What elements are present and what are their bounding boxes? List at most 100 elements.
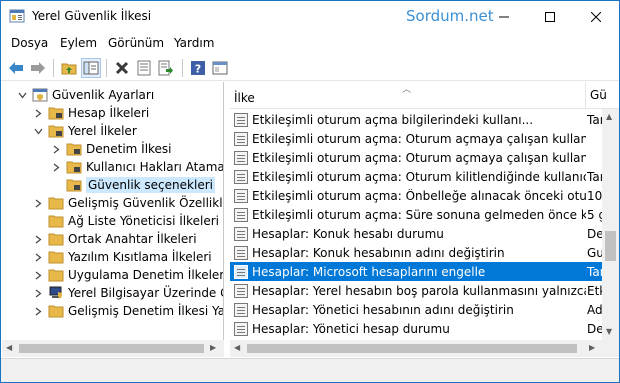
scrollbar-corner: [602, 340, 619, 357]
folder-icon: [48, 196, 64, 210]
scroll-thumb[interactable]: [247, 344, 577, 353]
show-hide-tree-icon: [83, 61, 99, 75]
scroll-left-icon[interactable]: ◀: [234, 343, 240, 352]
policy-icon: [234, 245, 248, 260]
help-button[interactable]: ?: [188, 58, 208, 78]
forward-icon: [31, 62, 45, 74]
list-row-selected[interactable]: Hesaplar: Microsoft hesaplarını engelle …: [230, 262, 607, 281]
scroll-right-icon[interactable]: ▶: [589, 343, 595, 352]
list-row[interactable]: Etkileşimli oturum açma: Oturum açmaya ç…: [230, 148, 604, 167]
policy-name: Etkileşimli oturum açma bilgilerindeki k…: [252, 112, 534, 127]
policy-icon: [234, 226, 248, 241]
export-list-button[interactable]: [156, 58, 176, 78]
svg-text:?: ?: [195, 63, 201, 76]
list-row[interactable]: Etkileşimli oturum açma: Oturum açmaya ç…: [230, 129, 604, 148]
list-row[interactable]: Hesaplar: Konuk hesabının adını değiştir…: [230, 243, 604, 262]
properties-button[interactable]: [134, 58, 154, 78]
expand-arrow-icon[interactable]: [32, 107, 44, 119]
up-folder-button[interactable]: [59, 58, 79, 78]
expand-arrow-icon[interactable]: [50, 143, 62, 155]
tree-label: Yerel Bilgisayar Üzerinde Güve: [68, 286, 223, 300]
toolbar: ?: [1, 54, 619, 81]
menu-eylem[interactable]: Eylem: [60, 36, 97, 50]
maximize-button[interactable]: [527, 1, 573, 32]
tree-item-yazilim-kisitlama[interactable]: Yazılım Kısıtlama İlkeleri: [32, 248, 212, 266]
menu-gorunum[interactable]: Görünüm: [108, 36, 164, 50]
tree-item-yerel-bilgisayar[interactable]: Yerel Bilgisayar Üzerinde Güve: [32, 284, 223, 302]
policy-icon: [234, 169, 248, 184]
expand-arrow-icon[interactable]: [32, 305, 44, 317]
vertical-scrollbar[interactable]: ▲ ▼: [602, 109, 619, 340]
minimize-button[interactable]: [481, 1, 527, 32]
policy-name: Etkileşimli oturum açma: Oturum açmaya ç…: [252, 150, 586, 165]
collapse-arrow-icon[interactable]: [16, 89, 28, 101]
expand-arrow-icon[interactable]: [32, 251, 44, 263]
list-row[interactable]: Etkileşimli oturum açma: Süre sonuna gel…: [230, 205, 606, 224]
tree-label: Yerel İlkeler: [68, 124, 137, 138]
policy-name: Etkileşimli oturum açma: Oturum kilitlen…: [252, 169, 586, 184]
tree-item-uygulama-denetim[interactable]: Uygulama Denetim İlkeleri: [32, 266, 223, 284]
tree-label: Gelişmiş Denetim İlkesi Yapıla: [68, 304, 223, 318]
window-title: Yerel Güvenlik İlkesi: [32, 9, 152, 23]
tree-label: Güvenlik seçenekleri: [86, 177, 215, 193]
folder-icon: [48, 304, 64, 318]
close-button[interactable]: [573, 1, 619, 32]
toolbar-separator: [53, 59, 54, 77]
scroll-thumb[interactable]: [19, 344, 204, 353]
tree-item-yerel-ilkeler[interactable]: Yerel İlkeler: [32, 122, 137, 140]
policy-name: Hesaplar: Yerel hesabın boş parola kulla…: [252, 283, 586, 298]
folder-icon: [48, 124, 64, 138]
console-tree-button[interactable]: [210, 58, 230, 78]
expand-arrow-icon[interactable]: [50, 161, 62, 173]
tree-item-gelismis-guvenlik[interactable]: Gelişmiş Güvenlik Özellikli Wi: [32, 194, 224, 212]
back-button[interactable]: [6, 58, 26, 78]
expand-arrow-icon[interactable]: [32, 287, 44, 299]
minimize-icon: [499, 16, 509, 17]
folder-icon: [48, 250, 64, 264]
tree-item-guvenlik-ayarlari[interactable]: Güvenlik Ayarları: [16, 86, 154, 104]
expand-arrow-icon[interactable]: [32, 269, 44, 281]
forward-button[interactable]: [28, 58, 48, 78]
tree-label: Hesap İlkeleri: [68, 106, 150, 120]
title-bar[interactable]: Yerel Güvenlik İlkesi Sordum.net: [1, 1, 619, 32]
list-row[interactable]: Hesaplar: Konuk hesabı durumu Dev: [230, 224, 611, 243]
column-header-ilke[interactable]: İlke: [234, 91, 255, 105]
scroll-thumb[interactable]: [605, 231, 616, 261]
menu-yardim[interactable]: Yardım: [174, 36, 214, 50]
menu-dosya[interactable]: Dosya: [11, 36, 48, 50]
tree-item-kullanici-haklari[interactable]: Kullanıcı Hakları Ataması: [50, 158, 224, 176]
ip-security-icon: [48, 286, 64, 300]
tree-label: Kullanıcı Hakları Ataması: [86, 160, 224, 174]
expand-arrow-icon[interactable]: [32, 197, 44, 209]
folder-icon: [48, 232, 64, 246]
tree-item-ag-liste[interactable]: Ağ Liste Yöneticisi İlkeleri: [32, 212, 219, 230]
tree-item-denetim-ilkesi[interactable]: Denetim İlkesi: [50, 140, 172, 158]
show-hide-tree-button[interactable]: [81, 58, 101, 78]
scroll-left-icon[interactable]: ◀: [6, 343, 12, 352]
list-row[interactable]: Etkileşimli oturum açma bilgilerindeki k…: [230, 110, 607, 129]
tree-item-ortak-anahtar[interactable]: Ortak Anahtar İlkeleri: [32, 230, 197, 248]
tree-item-hesap-ilkeleri[interactable]: Hesap İlkeleri: [32, 104, 149, 122]
delete-button[interactable]: [112, 58, 132, 78]
collapse-arrow-icon[interactable]: [32, 125, 44, 137]
tree-item-guvenlik-secenekleri[interactable]: Güvenlik seçenekleri: [50, 176, 215, 194]
list-row[interactable]: Hesaplar: Yönetici hesap durumu Dev: [230, 319, 611, 338]
policy-icon: [234, 283, 248, 298]
scroll-up-icon[interactable]: ▲: [606, 112, 612, 121]
list-row[interactable]: Etkileşimli oturum açma: Oturum kilitlen…: [230, 167, 607, 186]
list-row[interactable]: Hesaplar: Yönetici hesabının adını değiş…: [230, 300, 604, 319]
folder-icon: [48, 268, 64, 282]
list-horizontal-scrollbar[interactable]: ◀ ▶: [230, 340, 602, 357]
back-icon: [9, 62, 23, 74]
scroll-right-icon[interactable]: ▶: [210, 343, 216, 352]
scroll-down-icon[interactable]: ▼: [606, 327, 612, 336]
list-row[interactable]: Etkileşimli oturum açma: Önbelleğe alına…: [230, 186, 604, 205]
tree-horizontal-scrollbar[interactable]: ◀ ▶: [2, 340, 224, 357]
expand-arrow-icon[interactable]: [32, 233, 44, 245]
column-header-guvenlik[interactable]: Gü: [585, 82, 607, 109]
tree-item-gelismis-denetim[interactable]: Gelişmiş Denetim İlkesi Yapıla: [32, 302, 223, 320]
tree-label: Gelişmiş Güvenlik Özellikli Wi: [68, 196, 224, 210]
list-row[interactable]: Hesaplar: Yerel hesabın boş parola kulla…: [230, 281, 606, 300]
toolbar-separator: [106, 59, 107, 77]
